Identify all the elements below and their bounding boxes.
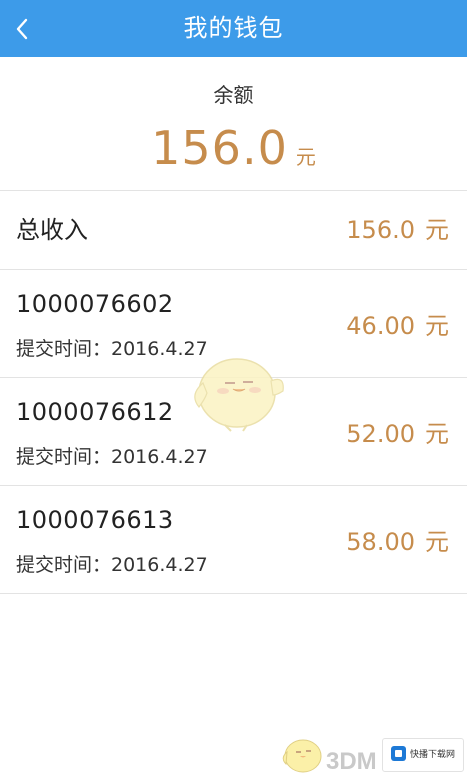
total-income-row: 总收入 156.0 元 (0, 191, 467, 269)
record-time: 提交时间：2016.4.27 (16, 554, 208, 576)
mascot-watermark-icon (194, 358, 284, 432)
total-income-label: 总收入 (16, 216, 88, 244)
record-amount-unit: 元 (425, 420, 449, 448)
list-item[interactable]: 1000076613 提交时间：2016.4.27 58.00 元 (0, 486, 467, 593)
watermark-badge-text: 快播下载网 (410, 750, 456, 760)
record-time: 提交时间：2016.4.27 (16, 446, 208, 468)
badge-logo-icon (391, 746, 406, 761)
record-amount: 46.00 元 (346, 270, 449, 377)
top-app-bar: 我的钱包 (0, 0, 467, 57)
record-id: 1000076613 (16, 506, 174, 534)
record-amount: 58.00 元 (346, 486, 449, 593)
record-amount-unit: 元 (425, 312, 449, 340)
watermark-text: 3DM (326, 748, 377, 775)
balance-value: 156.0 元 (0, 121, 467, 175)
record-amount: 52.00 元 (346, 378, 449, 485)
watermark-badge: 快播下载网 (382, 738, 464, 772)
page-title: 我的钱包 (183, 14, 284, 42)
divider (0, 593, 467, 594)
total-income-unit: 元 (425, 216, 449, 244)
record-id: 1000076612 (16, 398, 174, 426)
record-id: 1000076602 (16, 290, 174, 318)
record-amount-value: 58.00 (346, 528, 415, 556)
record-amount-unit: 元 (425, 528, 449, 556)
balance-section: 余额 156.0 元 (0, 57, 467, 190)
record-amount-value: 46.00 (346, 312, 415, 340)
record-amount-value: 52.00 (346, 420, 415, 448)
record-time: 提交时间：2016.4.27 (16, 338, 208, 360)
balance-unit: 元 (295, 145, 316, 169)
balance-amount: 156.0 (151, 121, 288, 175)
mascot-logo-icon (282, 739, 322, 773)
total-income-value: 156.0 (346, 216, 415, 244)
balance-label: 余额 (213, 83, 254, 107)
total-income-amount: 156.0 元 (346, 191, 449, 269)
